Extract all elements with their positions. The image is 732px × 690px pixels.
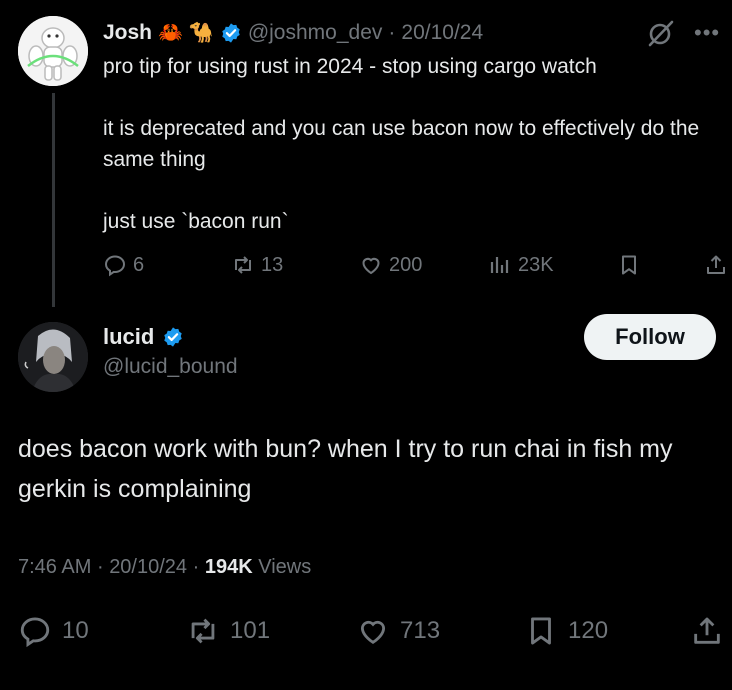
tweet-paragraph: pro tip for using rust in 2024 - stop us… (103, 55, 597, 78)
reply-text: does bacon work with bun? when I try to … (18, 435, 673, 503)
reply-icon (18, 614, 52, 648)
views-total: 194K (204, 556, 253, 578)
bookmark-button[interactable]: 120 (524, 611, 608, 651)
more-icon[interactable]: ••• (694, 20, 720, 46)
author-name[interactable]: Josh (103, 21, 152, 45)
meta-separator: · (96, 556, 104, 578)
like-button[interactable]: 200 (359, 250, 422, 280)
lucid-avatar[interactable] (18, 322, 88, 392)
like-icon (359, 253, 383, 277)
crab-emoji: 🦀 (158, 22, 183, 44)
follow-button[interactable]: Follow (584, 314, 716, 360)
views-button[interactable]: 23K (488, 250, 554, 280)
camel-emoji: 🐪 (188, 22, 214, 44)
reply-timestamp: 7:46 AM · 20/10/24 · 194K Views (18, 556, 311, 579)
reply-count: 10 (62, 617, 89, 644)
share-button[interactable] (704, 250, 728, 280)
meta-separator: · (192, 556, 200, 578)
views-label: Views (258, 556, 312, 578)
verified-badge-icon (220, 22, 242, 44)
reply-button[interactable]: 10 (18, 611, 89, 651)
reply-author: lucid (103, 324, 184, 350)
meta-separator: · (388, 21, 396, 44)
tweet-date[interactable]: 20/10/24 (401, 21, 483, 45)
parent-header: Josh 🦀 🐪 @joshmo_dev · 20/10/24 (103, 16, 483, 50)
author-handle[interactable]: @joshmo_dev (248, 21, 383, 45)
verified-badge-icon (162, 326, 184, 348)
bookmark-count: 120 (568, 617, 609, 644)
share-icon (704, 253, 728, 277)
grok-icon[interactable] (646, 18, 676, 48)
reply-button[interactable]: 6 (103, 250, 144, 280)
tweet-paragraph: just use `bacon run` (103, 210, 289, 233)
views-count: 23K (518, 253, 554, 276)
views-icon (488, 253, 512, 277)
reply-icon (103, 253, 127, 277)
like-button[interactable]: 713 (356, 611, 440, 651)
repost-button[interactable]: 13 (231, 250, 283, 280)
like-icon (356, 614, 390, 648)
josh-avatar[interactable] (18, 16, 88, 86)
bookmark-icon (524, 614, 558, 648)
reply-date[interactable]: 20/10/24 (109, 556, 187, 578)
repost-count: 13 (261, 253, 284, 276)
like-count: 713 (400, 617, 441, 644)
repost-button[interactable]: 101 (186, 611, 270, 651)
like-count: 200 (389, 253, 423, 276)
share-icon (690, 614, 724, 648)
reply-author-handle[interactable]: @lucid_bound (103, 355, 238, 379)
repost-icon (186, 614, 220, 648)
share-button[interactable] (690, 611, 724, 651)
reply-time[interactable]: 7:46 AM (18, 556, 91, 578)
reply-author-name[interactable]: lucid (103, 324, 154, 350)
tweet-text: pro tip for using rust in 2024 - stop us… (103, 51, 713, 237)
thread-line (52, 93, 55, 307)
josh-avatar-image (18, 16, 88, 86)
tweet-paragraph: it is deprecated and you can use bacon n… (103, 117, 700, 171)
bookmark-button[interactable] (617, 250, 641, 280)
bookmark-icon (617, 253, 641, 277)
repost-icon (231, 253, 255, 277)
lucid-avatar-image (18, 322, 88, 392)
repost-count: 101 (230, 617, 271, 644)
reply-count: 6 (133, 253, 145, 276)
